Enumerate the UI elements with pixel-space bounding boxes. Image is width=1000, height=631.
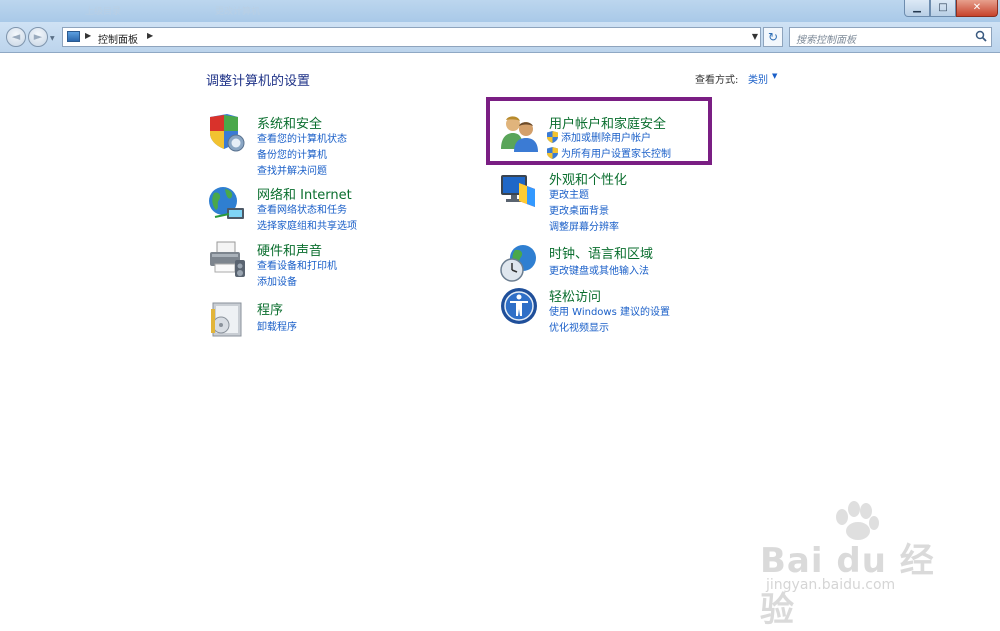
link-windows-suggested-settings[interactable]: 使用 Windows 建议的设置 [549,303,670,318]
ghost-title: 更改计算机 [215,7,261,17]
link-uninstall-program[interactable]: 卸载程序 [257,318,297,333]
refresh-button[interactable]: ↻ [763,27,783,47]
link-add-device[interactable]: 添加设备 [257,273,297,288]
watermark-url: jingyan.baidu.com [766,577,896,593]
search-placeholder: 搜索控制面板 [796,35,856,46]
clock-globe-icon[interactable] [499,243,539,283]
globe-network-icon[interactable] [207,184,247,224]
content-area: 调整计算机的设置 查看方式: 类别 ▼ 系统和安全 查看您的计算机状态 备份您的… [0,53,1000,630]
address-field[interactable]: ▶ 控制面板 ▶ ▼ [62,27,761,47]
link-change-desktop-background[interactable]: 更改桌面背景 [549,202,609,217]
accessibility-icon[interactable] [499,286,539,326]
link-view-computer-status[interactable]: 查看您的计算机状态 [257,130,347,145]
link-change-keyboard-input[interactable]: 更改键盘或其他输入法 [549,262,649,277]
link-devices-printers[interactable]: 查看设备和打印机 [257,257,337,272]
maximize-button[interactable]: □ [930,0,956,17]
page-title: 调整计算机的设置 [206,74,311,89]
search-icon[interactable] [975,30,987,42]
view-by-label: 查看方式: [695,75,739,86]
link-network-status[interactable]: 查看网络状态和任务 [257,201,347,216]
minimize-button[interactable]: ▁ [904,0,930,17]
control-panel-icon [67,31,80,42]
back-button[interactable]: ◄ [6,27,26,47]
link-troubleshoot[interactable]: 查找并解决问题 [257,162,327,177]
chevron-down-icon[interactable]: ▼ [772,72,777,80]
breadcrumb-control-panel[interactable]: 控制面板 [98,31,138,46]
view-by-dropdown[interactable]: 类别 [748,71,768,86]
address-toolbar: ◄ ► ▼ ▶ 控制面板 ▶ ▼ ↻ 搜索控制面板 [0,22,1000,53]
category-title[interactable]: 时钟、语言和区域 [549,243,653,262]
link-optimize-visual-display[interactable]: 优化视频显示 [549,319,609,334]
forward-button[interactable]: ► [28,27,48,47]
shield-icon[interactable] [207,113,247,153]
baidu-watermark: Bai du 经验 jingyan.baidu.com [760,501,960,630]
chevron-right-icon[interactable]: ▶ [85,31,91,40]
display-palette-icon[interactable] [499,169,539,209]
printer-icon[interactable] [207,240,247,280]
link-homegroup-sharing[interactable]: 选择家庭组和共享选项 [257,217,357,232]
link-change-theme[interactable]: 更改主题 [549,186,589,201]
link-backup-computer[interactable]: 备份您的计算机 [257,146,327,161]
recent-pages-dropdown[interactable]: ▼ [50,35,55,42]
ghost-title: 上级目录 [85,7,122,17]
title-bar: 上级目录 更改计算机 ▁ □ ✕ [0,0,1000,22]
category-title[interactable]: 程序 [257,299,283,318]
window-controls: ▁ □ ✕ [904,0,998,17]
chevron-right-icon[interactable]: ▶ [147,31,153,40]
close-button[interactable]: ✕ [956,0,998,17]
highlight-annotation-box [486,97,712,165]
link-adjust-resolution[interactable]: 调整屏幕分辨率 [549,218,619,233]
programs-icon[interactable] [207,299,247,339]
search-input[interactable]: 搜索控制面板 [789,27,992,47]
chevron-down-icon[interactable]: ▼ [752,32,758,41]
